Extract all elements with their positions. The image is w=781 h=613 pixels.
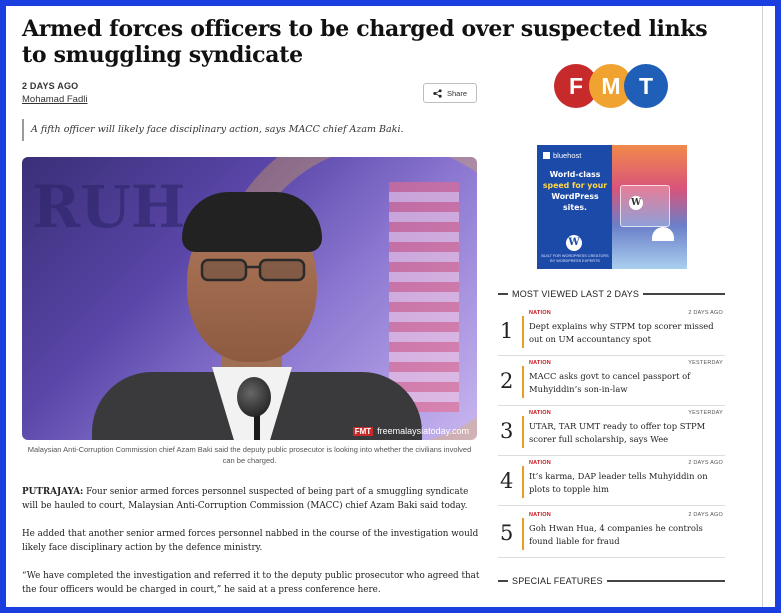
article-headline: Armed forces officers to be charged over… (22, 16, 708, 68)
ad-headline-line-1: World-class (549, 170, 601, 179)
person-hair (182, 192, 322, 252)
header-rule-right (643, 293, 725, 295)
header-rule-right (606, 580, 725, 582)
paragraph-3-text: “We have completed the investigation and… (22, 571, 480, 595)
photo-backdrop-text: RUH (32, 173, 186, 241)
ad-headline-line-2: speed for your (542, 181, 608, 190)
most-viewed-item[interactable]: 2 NATION YESTERDAY MACC asks govt to can… (498, 356, 725, 406)
photo-backdrop-stripes (389, 182, 459, 412)
logo-letter-t: T (639, 73, 653, 99)
share-icon (433, 88, 442, 98)
most-viewed-item[interactable]: 4 NATION 2 DAYS AGO It’s karma, DAP lead… (498, 456, 725, 506)
item-category[interactable]: NATION (529, 360, 551, 366)
special-features-header: SPECIAL FEATURES (498, 575, 725, 587)
dateline: PUTRAJAYA: (22, 487, 84, 497)
item-time: YESTERDAY (688, 410, 723, 416)
header-rule-left (498, 580, 508, 582)
most-viewed-item[interactable]: 1 NATION 2 DAYS AGO Dept explains why ST… (498, 306, 725, 356)
item-time: YESTERDAY (688, 360, 723, 366)
article-standfirst: A fifth officer will likely face discipl… (22, 119, 477, 141)
rank-number: 1 (500, 319, 514, 343)
watermark-text: freemalaysiatoday.com (377, 426, 469, 436)
rank-number: 2 (500, 369, 514, 393)
item-title[interactable]: UTAR, TAR UMT ready to offer top STPM sc… (529, 420, 724, 445)
item-title[interactable]: MACC asks govt to cancel passport of Muh… (529, 370, 724, 395)
article-paragraph-3: “We have completed the investigation and… (22, 569, 482, 597)
rank-number: 4 (500, 469, 514, 493)
ad-headline-line-3: WordPress sites. (551, 192, 599, 212)
header-rule-left (498, 293, 508, 295)
paragraph-2-text: He added that another senior armed force… (22, 529, 479, 553)
photo-watermark: FMT freemalaysiatoday.com (352, 426, 469, 436)
item-time: 2 DAYS AGO (688, 310, 723, 316)
wordpress-icon: W (566, 235, 582, 251)
logo-letter-f: F (569, 73, 583, 99)
fmt-logo[interactable]: F M T (552, 62, 670, 110)
article-paragraph-1: PUTRAJAYA: Four senior armed forces pers… (22, 485, 482, 513)
paragraph-1-text: Four senior armed forces personnel suspe… (22, 487, 469, 511)
item-category[interactable]: NATION (529, 410, 551, 416)
ad-headline: World-class speed for your WordPress sit… (541, 169, 609, 213)
watermark-logo: FMT (352, 426, 374, 436)
article-time: 2 DAYS AGO (22, 81, 79, 91)
rank-divider (522, 316, 524, 348)
rank-number: 5 (500, 521, 514, 545)
photo-caption: Malaysian Anti-Corruption Commission chi… (27, 445, 472, 465)
logo-letter-m: M (601, 73, 620, 99)
microphone-icon (237, 377, 271, 417)
ad-brand-name: bluehost (553, 151, 582, 160)
item-time: 2 DAYS AGO (688, 512, 723, 518)
rank-divider (522, 416, 524, 448)
article-paragraph-2: He added that another senior armed force… (22, 527, 482, 555)
item-title[interactable]: Goh Hwan Hua, 4 companies he controls fo… (529, 522, 724, 547)
item-category[interactable]: NATION (529, 310, 551, 316)
item-time: 2 DAYS AGO (688, 460, 723, 466)
most-viewed-item[interactable]: 5 NATION 2 DAYS AGO Goh Hwan Hua, 4 comp… (498, 508, 725, 558)
wordpress-icon: W (629, 196, 643, 210)
ad-right-panel: W (612, 145, 687, 269)
most-viewed-title: MOST VIEWED LAST 2 DAYS (512, 289, 640, 299)
share-button[interactable]: Share (423, 83, 477, 103)
author-link[interactable]: Mohamad Fadli (22, 94, 87, 105)
rank-divider (522, 466, 524, 498)
item-category[interactable]: NATION (529, 460, 551, 466)
ad-footer: BUILT FOR WORDPRESS CREATORS BY WORDPRES… (541, 254, 609, 263)
most-viewed-item[interactable]: 3 NATION YESTERDAY UTAR, TAR UMT ready t… (498, 406, 725, 456)
rank-number: 3 (500, 419, 514, 443)
ad-browser-card: W (620, 185, 670, 227)
item-title[interactable]: It’s karma, DAP leader tells Muhyiddin o… (529, 470, 724, 495)
bluehost-ad[interactable]: bluehost World-class speed for your Word… (537, 145, 687, 269)
share-label: Share (446, 88, 467, 98)
most-viewed-header: MOST VIEWED LAST 2 DAYS (498, 288, 725, 300)
ad-left-panel: bluehost World-class speed for your Word… (537, 145, 612, 269)
bluehost-grid-icon (543, 152, 550, 159)
glasses-icon (200, 258, 306, 282)
speed-gauge-icon (652, 227, 674, 241)
ad-brand: bluehost (543, 151, 581, 160)
rank-divider (522, 366, 524, 398)
special-features-title: SPECIAL FEATURES (512, 576, 603, 586)
item-category[interactable]: NATION (529, 512, 551, 518)
item-title[interactable]: Dept explains why STPM top scorer missed… (529, 320, 724, 345)
rank-divider (522, 518, 524, 550)
article-photo[interactable]: RUH FMT freemalaysiatoday.com (22, 157, 477, 440)
